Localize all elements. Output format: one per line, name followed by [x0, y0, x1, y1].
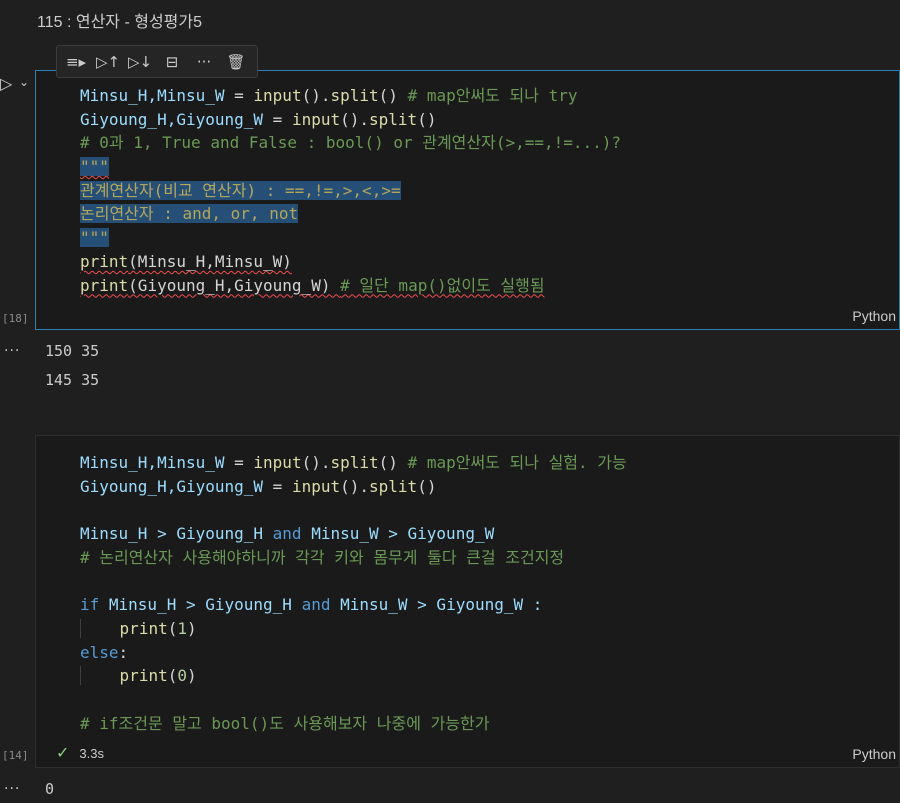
execution-count: [18]: [2, 312, 29, 325]
code-line: Minsu_H > Giyoung_H and Minsu_W > Giyoun…: [80, 524, 495, 544]
code-editor-1[interactable]: Minsu_H,Minsu_W = input().split() # map안…: [80, 84, 621, 297]
code-line: if Minsu_H > Giyoung_H and Minsu_W > Giy…: [80, 595, 543, 615]
more-actions-icon[interactable]: ···: [191, 49, 217, 75]
code-line: else:: [80, 642, 129, 662]
run-cell-icon[interactable]: ▷: [0, 74, 12, 93]
output-line: 150 35: [45, 342, 100, 360]
output-more-icon[interactable]: ···: [4, 781, 20, 797]
notebook-title: 115 : 연산자 - 형성평가5: [37, 14, 203, 31]
output-line: 0: [45, 780, 55, 798]
code-editor-2[interactable]: Minsu_H,Minsu_W = input().split() # map안…: [80, 451, 627, 735]
code-line: # if조건문 말고 bool()도 사용해보자 나중에 가능한가: [80, 713, 490, 733]
run-below-icon[interactable]: ▷↓: [127, 49, 153, 75]
cell-toolbar: ≡▸ ▷↑ ▷↓ ⊟ ··· 🗑: [56, 45, 258, 78]
output-more-icon[interactable]: ···: [4, 343, 20, 359]
run-by-line-icon[interactable]: ≡▸: [63, 49, 89, 75]
language-indicator[interactable]: Python: [852, 308, 896, 324]
code-line: Giyoung_H,Giyoung_W = input().split(): [80, 109, 437, 129]
code-cell-1[interactable]: Minsu_H,Minsu_W = input().split() # map안…: [2, 70, 900, 330]
split-cell-icon[interactable]: ⊟: [159, 49, 185, 75]
execution-status: ✓ 3.3s: [56, 743, 104, 763]
code-cell-2[interactable]: Minsu_H,Minsu_W = input().split() # map안…: [2, 435, 900, 768]
code-line: """: [80, 157, 109, 177]
code-line: print(1): [80, 617, 627, 641]
delete-cell-icon[interactable]: 🗑: [223, 49, 249, 75]
chevron-down-icon[interactable]: ⌄: [19, 75, 29, 89]
check-icon: ✓: [56, 745, 70, 762]
code-line: 논리연산자 : and, or, not: [80, 204, 299, 224]
code-line: Minsu_H,Minsu_W = input().split() # map안…: [80, 86, 578, 105]
code-line: print(Minsu_H,Minsu_W): [80, 251, 292, 271]
code-line: 관계연산자(비교 연산자) : ==,!=,>,<,>=: [80, 180, 401, 200]
code-line: Giyoung_H,Giyoung_W = input().split(): [80, 476, 437, 496]
code-line: Minsu_H,Minsu_W = input().split() # map안…: [80, 453, 627, 472]
code-line: # 0과 1, True and False : bool() or 관계연산자…: [80, 133, 622, 153]
execution-duration: 3.3s: [79, 745, 104, 761]
code-line: print(0): [80, 664, 627, 688]
code-line: """: [80, 228, 109, 248]
code-line: print(Giyoung_H,Giyoung_W) # 일단 map()없이도…: [80, 275, 545, 295]
execution-count: [14]: [2, 749, 29, 762]
language-indicator[interactable]: Python: [852, 746, 896, 762]
output-line: 145 35: [45, 371, 100, 389]
code-line: # 논리연산자 사용해야하니까 각각 키와 몸무게 둘다 큰걸 조건지정: [80, 547, 565, 567]
run-above-icon[interactable]: ▷↑: [95, 49, 121, 75]
